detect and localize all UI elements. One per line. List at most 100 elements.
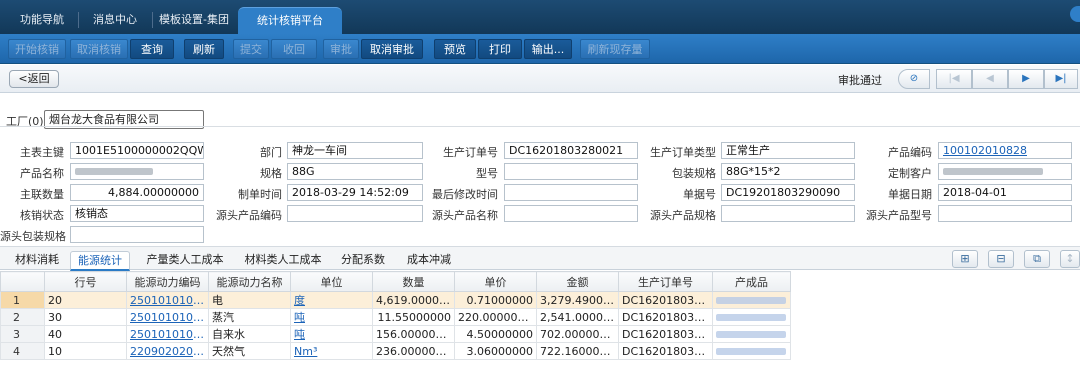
unit-link[interactable]: 度 xyxy=(290,291,373,309)
amount-cell[interactable]: 2,541.00000000 xyxy=(536,308,619,326)
query-button[interactable]: 查询 xyxy=(130,39,174,59)
first-page-icon[interactable]: |◀ xyxy=(936,69,972,89)
cancel-verify-button[interactable]: 取消核销 xyxy=(70,39,128,59)
energy-code-link[interactable]: 250101010135 xyxy=(126,325,209,343)
custom-client-field[interactable] xyxy=(938,163,1072,180)
main-qty-field[interactable]: 4,884.00000000 xyxy=(70,184,204,201)
tab-output-labor-cost[interactable]: 产量类人工成本 xyxy=(140,251,230,271)
prod-order-cell[interactable]: DC162018032800... xyxy=(618,325,713,343)
preview-button[interactable]: 预览 xyxy=(434,39,476,59)
amount-cell[interactable]: 702.00000000 xyxy=(536,325,619,343)
energy-name-cell[interactable]: 电 xyxy=(208,291,291,309)
nav-corner-handle[interactable] xyxy=(1070,6,1080,22)
energy-code-link[interactable]: 220902020001 xyxy=(126,342,209,360)
tab-allocation-coeff[interactable]: 分配系数 xyxy=(334,251,392,271)
copy-row-icon[interactable]: ⧉ xyxy=(1024,250,1050,268)
src-model-field[interactable] xyxy=(938,205,1072,222)
table-row[interactable]: 3 40 250101010135 自来水 吨 156.00000000 4.5… xyxy=(0,325,791,343)
finished-product-cell[interactable] xyxy=(712,342,791,360)
doc-date-field[interactable]: 2018-04-01 xyxy=(938,184,1072,201)
col-header-price[interactable]: 单价 xyxy=(454,271,537,292)
pack-spec-field[interactable]: 88G*15*2 xyxy=(721,163,855,180)
col-header-qty[interactable]: 数量 xyxy=(372,271,455,292)
product-code-field[interactable]: 100102010828 xyxy=(938,142,1072,159)
col-header-prod-order[interactable]: 生产订单号 xyxy=(618,271,713,292)
approve-button[interactable]: 审批 xyxy=(323,39,359,59)
finished-product-cell[interactable] xyxy=(712,291,791,309)
tab-cost-offset[interactable]: 成本冲减 xyxy=(400,251,458,271)
verify-status-field[interactable]: 核销态 xyxy=(70,205,204,222)
created-time-field[interactable]: 2018-03-29 14:52:09 xyxy=(287,184,423,201)
finished-product-cell[interactable] xyxy=(712,325,791,343)
back-button[interactable]: <返回 xyxy=(9,70,59,88)
price-cell[interactable]: 0.71000000 xyxy=(454,291,537,309)
src-pack-field[interactable] xyxy=(70,226,204,243)
line-cell[interactable]: 30 xyxy=(44,308,127,326)
last-page-icon[interactable]: ▶| xyxy=(1044,69,1078,89)
line-cell[interactable]: 20 xyxy=(44,291,127,309)
main-key-field[interactable]: 1001E5100000002QQWEY xyxy=(70,142,204,159)
next-page-icon[interactable]: ▶ xyxy=(1008,69,1044,89)
recall-button[interactable]: 收回 xyxy=(271,39,317,59)
col-header-finished-product[interactable]: 产成品 xyxy=(712,271,791,292)
nav-tab-template-settings[interactable]: 模板设置-集团 xyxy=(158,7,230,34)
delete-row-icon[interactable]: ⊟ xyxy=(988,250,1014,268)
cancel-approve-button[interactable]: 取消审批 xyxy=(361,39,423,59)
qty-cell[interactable]: 156.00000000 xyxy=(372,325,455,343)
col-header-unit[interactable]: 单位 xyxy=(290,271,373,292)
prod-order-cell[interactable]: DC162018032800... xyxy=(618,342,713,360)
qty-cell[interactable]: 11.55000000 xyxy=(372,308,455,326)
col-header-energy-name[interactable]: 能源动力名称 xyxy=(208,271,291,292)
submit-button[interactable]: 提交 xyxy=(233,39,269,59)
prev-page-icon[interactable]: ◀ xyxy=(972,69,1008,89)
nav-tab-function-nav[interactable]: 功能导航 xyxy=(12,7,72,34)
prod-order-field[interactable]: DC16201803280021 xyxy=(504,142,638,159)
energy-code-link[interactable]: 250101010137 xyxy=(126,308,209,326)
doc-no-field[interactable]: DC19201803290090 xyxy=(721,184,855,201)
start-verify-button[interactable]: 开始核销 xyxy=(8,39,66,59)
col-header-amount[interactable]: 金额 xyxy=(536,271,619,292)
finished-product-cell[interactable] xyxy=(712,308,791,326)
price-cell[interactable]: 220.00000000 xyxy=(454,308,537,326)
unit-link[interactable]: 吨 xyxy=(290,325,373,343)
print-button[interactable]: 打印 xyxy=(478,39,522,59)
refresh-button[interactable]: 刷新 xyxy=(184,39,224,59)
model-field[interactable] xyxy=(504,163,638,180)
col-header-energy-code[interactable]: 能源动力编码 xyxy=(126,271,209,292)
energy-name-cell[interactable]: 自来水 xyxy=(208,325,291,343)
table-row[interactable]: 1 20 250101010002 电 度 4,619.00000000 0.7… xyxy=(0,291,791,309)
nav-tab-message-center[interactable]: 消息中心 xyxy=(84,7,146,34)
energy-name-cell[interactable]: 蒸汽 xyxy=(208,308,291,326)
prod-order-cell[interactable]: DC162018032800... xyxy=(618,291,713,309)
price-cell[interactable]: 4.50000000 xyxy=(454,325,537,343)
amount-cell[interactable]: 722.16000000 xyxy=(536,342,619,360)
spec-field[interactable]: 88G xyxy=(287,163,423,180)
order-type-field[interactable]: 正常生产 xyxy=(721,142,855,159)
energy-code-link[interactable]: 250101010002 xyxy=(126,291,209,309)
add-row-icon[interactable]: ⊞ xyxy=(952,250,978,268)
tab-material-labor-cost[interactable]: 材料类人工成本 xyxy=(238,251,328,271)
amount-cell[interactable]: 3,279.49000000 xyxy=(536,291,619,309)
col-header-line[interactable]: 行号 xyxy=(44,271,127,292)
tab-material-consumption[interactable]: 材料消耗 xyxy=(6,251,68,271)
product-name-field[interactable] xyxy=(70,163,204,180)
dept-field[interactable]: 神龙一车间 xyxy=(287,142,423,159)
prod-order-cell[interactable]: DC162018032800... xyxy=(618,308,713,326)
src-name-field[interactable] xyxy=(504,205,638,222)
qty-cell[interactable]: 236.00000000 xyxy=(372,342,455,360)
attachment-icon[interactable]: ⊘ xyxy=(898,69,930,89)
tab-energy-stats[interactable]: 能源统计 xyxy=(70,251,130,271)
src-spec-field[interactable] xyxy=(721,205,855,222)
unit-link[interactable]: 吨 xyxy=(290,308,373,326)
qty-cell[interactable]: 4,619.00000000 xyxy=(372,291,455,309)
table-row[interactable]: 4 10 220902020001 天然气 Nm³ 236.00000000 3… xyxy=(0,342,791,360)
line-cell[interactable]: 10 xyxy=(44,342,127,360)
unit-link[interactable]: Nm³ xyxy=(290,342,373,360)
export-button[interactable]: 输出... xyxy=(524,39,572,59)
src-code-field[interactable] xyxy=(287,205,423,222)
table-row[interactable]: 2 30 250101010137 蒸汽 吨 11.55000000 220.0… xyxy=(0,308,791,326)
refresh-stock-button[interactable]: 刷新现存量 xyxy=(580,39,650,59)
line-cell[interactable]: 40 xyxy=(44,325,127,343)
price-cell[interactable]: 3.06000000 xyxy=(454,342,537,360)
nav-tab-stats-platform[interactable]: 统计核销平台 xyxy=(238,7,342,34)
